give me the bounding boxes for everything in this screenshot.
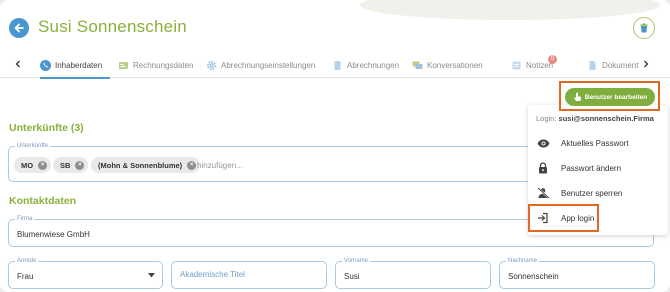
- gear-icon: [206, 60, 217, 71]
- tab-label: Rechnungsdaten: [133, 60, 194, 70]
- menu-item-change-password[interactable]: Passwort ändern: [536, 159, 664, 177]
- salutation-select[interactable]: Anrede Frau: [8, 257, 163, 289]
- accommodations-heading: Unterkünfte (3): [9, 122, 84, 134]
- remove-chip-icon[interactable]: ×: [187, 160, 197, 170]
- chip-label: MO: [21, 160, 34, 170]
- highlight-app-login: [528, 204, 599, 232]
- remove-chip-icon[interactable]: ×: [38, 160, 48, 170]
- company-value: Blumenwiese GmbH: [17, 230, 90, 239]
- academic-title-placeholder: Akademische Titel: [180, 270, 245, 279]
- tab-notizen[interactable]: Notizen: [511, 52, 553, 78]
- caret-down-icon: [148, 273, 155, 278]
- academic-title-field[interactable]: Akademische Titel: [171, 261, 327, 289]
- field-label: Unterkünfte: [15, 142, 51, 150]
- tab-label: Inhaberdaten: [55, 60, 103, 70]
- invoice-icon: [118, 60, 129, 71]
- salutation-value: Frau: [17, 272, 34, 281]
- file-icon: [587, 60, 598, 71]
- tab-label: Abrechnungen: [347, 60, 400, 70]
- page-title: Susi Sonnenschein: [38, 17, 187, 36]
- header: Susi Sonnenschein: [0, 0, 670, 52]
- tab-bar: Inhaberdaten Rechnungsdaten Abrechnungse…: [0, 52, 670, 79]
- tab-label: Dokument: [602, 60, 639, 70]
- back-button[interactable]: [9, 18, 29, 38]
- lastname-value: Sonnenschein: [508, 272, 559, 281]
- accommodation-chip: (Mohn & Sonnenblume) ×: [91, 157, 201, 173]
- chevron-left-icon: [15, 60, 20, 68]
- chevron-right-icon: [644, 60, 649, 68]
- tab-abrechnungseinstellungen[interactable]: Abrechnungseinstellungen: [206, 52, 315, 78]
- field-label: Anrede: [15, 257, 39, 265]
- highlight-edit-button: [559, 81, 660, 111]
- delete-button[interactable]: [633, 17, 655, 39]
- field-label: Vorname: [342, 257, 371, 265]
- tab-konversationen[interactable]: Konversationen: [412, 52, 483, 78]
- tab-abrechnungen[interactable]: Abrechnungen: [332, 52, 399, 78]
- chat-icon: [412, 60, 423, 71]
- menu-item-block-user[interactable]: Benutzer sperren: [536, 184, 664, 202]
- firstname-field[interactable]: Vorname Susi: [335, 257, 491, 289]
- field-label: Nachname: [506, 257, 540, 265]
- menu-item-current-password[interactable]: Aktuelles Passwort: [536, 134, 664, 152]
- menu-item-label: Aktuelles Passwort: [561, 138, 629, 148]
- tab-dokumente[interactable]: Dokument: [587, 52, 638, 78]
- tab-label: Abrechnungseinstellungen: [221, 60, 316, 70]
- menu-item-label: Benutzer sperren: [561, 188, 623, 198]
- notes-badge: 0: [548, 55, 557, 64]
- page: Susi Sonnenschein Inhaberdaten Rechnungs…: [0, 0, 670, 292]
- lock-icon: [536, 162, 550, 174]
- arrow-left-icon: [14, 23, 24, 33]
- login-info: Login: susi@sonnenschein.Firma: [536, 114, 654, 123]
- accommodation-chip: MO ×: [14, 157, 52, 173]
- menu-item-label: Passwort ändern: [561, 163, 622, 173]
- tab-scroll-left[interactable]: [11, 57, 25, 71]
- login-label: Login:: [536, 114, 557, 123]
- eye-icon: [536, 137, 550, 149]
- document-icon: [332, 60, 343, 71]
- login-value: susi@sonnenschein.Firma: [558, 114, 654, 123]
- accommodation-chip: SB ×: [53, 157, 89, 173]
- chip-label: (Mohn & Sonnenblume): [98, 160, 183, 170]
- tab-inhaberdaten[interactable]: Inhaberdaten: [40, 52, 110, 79]
- lastname-field[interactable]: Nachname Sonnenschein: [499, 257, 655, 289]
- tab-label: Konversationen: [427, 60, 483, 70]
- accommodation-add-input[interactable]: hinzufügen...: [197, 161, 243, 170]
- field-label: Firma: [15, 215, 35, 223]
- note-icon: [511, 60, 522, 71]
- firstname-value: Susi: [344, 272, 360, 281]
- phone-icon: [40, 59, 51, 71]
- accommodations-field[interactable]: Unterkünfte: [8, 142, 544, 182]
- contact-heading: Kontaktdaten: [9, 195, 77, 207]
- user-block-icon: [536, 187, 550, 199]
- chip-label: SB: [60, 160, 71, 170]
- tab-scroll-right[interactable]: [639, 57, 653, 71]
- remove-chip-icon[interactable]: ×: [75, 160, 85, 170]
- tab-rechnungsdaten[interactable]: Rechnungsdaten: [118, 52, 194, 78]
- trash-icon: [640, 23, 648, 33]
